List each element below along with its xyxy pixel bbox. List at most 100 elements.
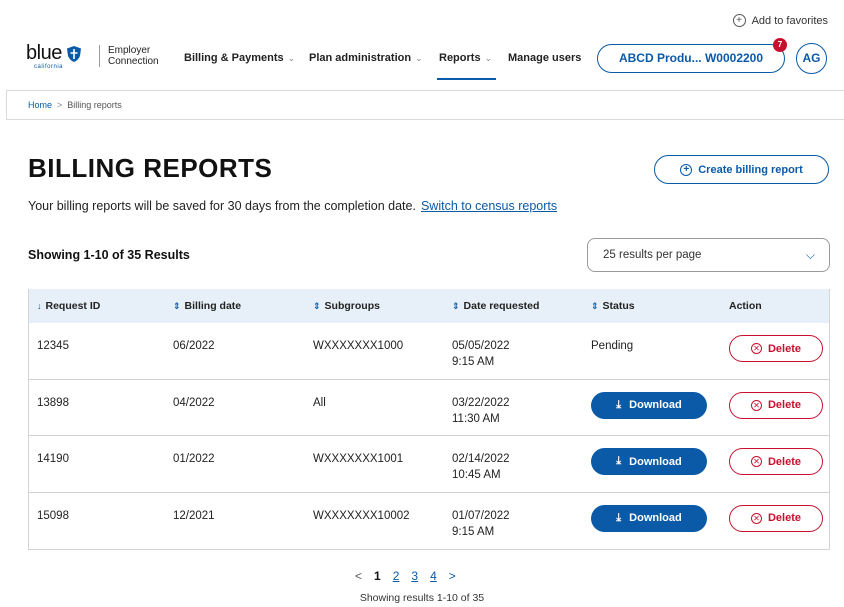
chevron-right-icon[interactable]: > (449, 569, 456, 583)
breadcrumb-home-link[interactable]: Home (28, 100, 52, 110)
top-navigation: blue california Employer Connection Bill… (0, 38, 844, 80)
pagination-summary: Showing results 1-10 of 35 (359, 592, 485, 604)
subgroups: WXXXXXXX1001 (313, 453, 404, 465)
chevron-down-icon: ⌄ (484, 53, 493, 63)
column-header-action: Action (729, 300, 762, 312)
close-circle-icon: ✕ (750, 512, 762, 524)
column-label: Billing date (184, 300, 242, 312)
delete-button[interactable]: ✕ Delete (729, 448, 823, 475)
download-button[interactable]: ⤓ Download (591, 391, 707, 419)
column-header-subgroups[interactable]: ⇕ Subgroups (313, 300, 380, 312)
close-circle-icon: ✕ (750, 343, 762, 354)
breadcrumb-separator: > (57, 100, 63, 110)
column-label: Subgroups (324, 300, 380, 312)
avatar-initials: AG (802, 51, 821, 65)
nav-plan-administration-label: Plan administration (309, 52, 412, 64)
results-count: Showing 1-10 of 35 Results (28, 248, 190, 262)
nav-manage-users-label: Manage users (508, 52, 582, 64)
subgroups: WXXXXXXX1000 (313, 340, 404, 352)
close-circle-icon: ✕ (750, 399, 762, 411)
portal-name-line1: Employer (108, 45, 151, 56)
portal-name-line2: Connection (108, 56, 159, 67)
nav-manage-users[interactable]: Manage users (508, 52, 581, 64)
sort-icon: ⇕ (313, 301, 321, 311)
plus-circle-icon: + (680, 163, 693, 176)
switch-to-census-link[interactable]: Switch to census reports (421, 199, 557, 213)
chevron-down-icon: ⌵ (805, 248, 815, 262)
date-requested: 03/22/2022 11:30 AM (452, 395, 510, 427)
sort-icon: ⇕ (173, 301, 181, 311)
download-button[interactable]: ⤓ Download (591, 448, 707, 475)
results-per-page-select[interactable]: 25 results per page ⌵ (587, 238, 830, 272)
table-row: 12345 06/2022 WXXXXXXX1000 05/05/2022 9:… (29, 323, 829, 380)
nav-billing-payments-label: Billing & Payments (184, 52, 284, 64)
date-requested-time: 10:45 AM (452, 469, 501, 481)
subgroups: WXXXXXXX10002 (313, 509, 410, 522)
chevron-down-icon: ⌄ (415, 53, 423, 63)
column-label: Action (729, 300, 762, 312)
request-id: 12345 (37, 340, 69, 352)
date-requested-date: 01/07/2022 (452, 509, 510, 522)
page-link-1[interactable]: 1 (374, 569, 381, 583)
chevron-down-icon: ⌄ (287, 53, 296, 63)
billing-date: 12/2021 (173, 509, 215, 522)
date-requested-date: 02/14/2022 (452, 453, 510, 465)
date-requested-time: 9:15 AM (452, 525, 495, 538)
delete-button[interactable]: ✕ Delete (729, 504, 823, 532)
create-billing-report-label: Create billing report (698, 163, 803, 176)
column-header-billing-date[interactable]: ⇕ Billing date (173, 300, 241, 312)
page-link-2[interactable]: 2 (393, 569, 400, 583)
create-billing-report-button[interactable]: + Create billing report (654, 155, 829, 184)
column-header-date-requested[interactable]: ⇕ Date requested (452, 300, 539, 312)
column-header-status[interactable]: ⇕ Status (591, 300, 635, 312)
download-icon: ⤓ (616, 455, 622, 467)
notification-badge: 7 (773, 38, 787, 52)
request-id: 14190 (37, 453, 69, 465)
download-button[interactable]: ⤓ Download (591, 504, 707, 532)
download-icon: ⤓ (616, 398, 622, 411)
download-label: Download (629, 512, 682, 524)
date-requested: 05/05/2022 9:15 AM (452, 338, 510, 370)
table-row: 14190 01/2022 WXXXXXXX1001 02/14/2022 10… (29, 436, 829, 493)
request-id: 15098 (37, 509, 69, 522)
pagination: < 1 2 3 4 > (355, 569, 456, 583)
nav-reports[interactable]: Reports ⌄ (439, 52, 492, 64)
shield-logo-icon (66, 46, 81, 62)
portal-name: Employer Connection (108, 45, 159, 67)
chevron-left-icon[interactable]: < (355, 569, 362, 583)
active-nav-indicator (437, 78, 496, 80)
billing-date: 01/2022 (173, 453, 215, 465)
sort-icon: ⇕ (452, 301, 460, 311)
date-requested-time: 11:30 AM (452, 412, 500, 425)
add-to-favorites-link[interactable]: + Add to favorites (732, 14, 828, 27)
results-per-page-value: 25 results per page (603, 249, 702, 261)
logo-subtitle: california (34, 64, 64, 70)
nav-plan-administration[interactable]: Plan administration ⌄ (309, 52, 423, 64)
download-icon: ⤓ (616, 511, 622, 524)
column-header-request-id[interactable]: ↓ Request ID (37, 300, 100, 312)
close-circle-icon: ✕ (750, 456, 762, 467)
account-selector-label: ABCD Produ... W0002200 (618, 51, 764, 65)
delete-label: Delete (767, 512, 802, 524)
date-requested-date: 03/22/2022 (452, 396, 510, 409)
nav-reports-label: Reports (439, 52, 481, 64)
delete-button[interactable]: ✕ Delete (729, 335, 823, 362)
account-selector-button[interactable]: ABCD Produ... W0002200 (597, 44, 785, 73)
avatar[interactable]: AG (796, 43, 827, 74)
sort-arrow-down-icon: ↓ (37, 301, 42, 311)
request-id: 13898 (37, 396, 69, 409)
delete-label: Delete (767, 455, 802, 468)
retention-notice-text: Your billing reports will be saved for 3… (28, 199, 416, 213)
logo[interactable]: blue california (26, 43, 82, 70)
page-title: BILLING REPORTS (28, 153, 273, 183)
delete-button[interactable]: ✕ Delete (729, 391, 823, 419)
download-label: Download (629, 399, 682, 411)
page-link-4[interactable]: 4 (430, 569, 437, 583)
nav-billing-payments[interactable]: Billing & Payments ⌄ (184, 52, 295, 64)
delete-label: Delete (767, 399, 802, 411)
table-row: 15098 12/2021 WXXXXXXX10002 01/07/2022 9… (29, 493, 829, 550)
breadcrumb-current: Billing reports (67, 100, 122, 110)
delete-label: Delete (767, 342, 802, 355)
page-link-3[interactable]: 3 (411, 569, 418, 583)
plus-circle-icon: + (732, 14, 746, 27)
